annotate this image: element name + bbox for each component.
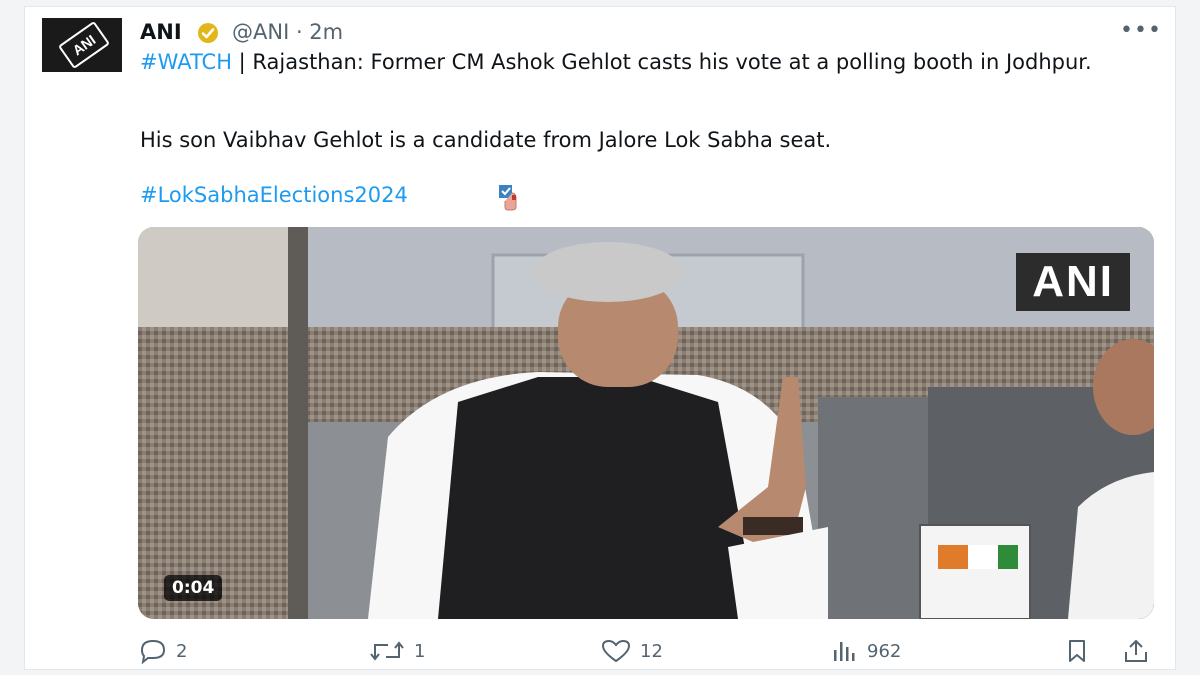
view-count: 962 — [867, 640, 902, 662]
author-name[interactable]: ANI — [140, 20, 182, 44]
post-text-line1: | Rajasthan: Former CM Ashok Gehlot cast… — [232, 50, 1092, 74]
share-icon — [1125, 639, 1147, 662]
views-button[interactable]: 962 — [831, 636, 901, 666]
reply-count: 2 — [176, 640, 188, 662]
heart-icon — [601, 639, 631, 663]
reply-icon — [140, 639, 166, 664]
repost-count: 1 — [414, 640, 426, 662]
avatar[interactable]: ANI — [42, 18, 122, 72]
handle-and-time[interactable]: @ANI · 2m — [232, 20, 343, 44]
bookmark-button[interactable] — [1064, 636, 1098, 666]
like-count: 12 — [640, 640, 663, 662]
video-player[interactable]: ANI 0:04 — [138, 227, 1154, 619]
action-bar: 2 1 12 962 — [138, 636, 1158, 666]
post-text: #WATCH | Rajasthan: Former CM Ashok Gehl… — [140, 48, 1140, 76]
repost-button[interactable]: 1 — [368, 636, 425, 666]
video-duration: 0:04 — [164, 575, 223, 601]
ballot-box-icon — [499, 185, 517, 211]
post-text-line2: His son Vaibhav Gehlot is a candidate fr… — [140, 128, 832, 152]
verified-badge-icon — [198, 23, 218, 43]
bookmark-icon — [1069, 640, 1085, 662]
analytics-icon — [834, 642, 855, 661]
more-options-button[interactable]: ••• — [1120, 18, 1162, 43]
ani-logo: ANI — [57, 20, 111, 70]
hashtag-watch[interactable]: #WATCH — [140, 50, 232, 74]
share-button[interactable] — [1123, 636, 1157, 666]
repost-icon — [370, 641, 404, 661]
hashtag-loksabha[interactable]: #LokSabhaElections2024 — [140, 183, 408, 207]
like-button[interactable]: 12 — [600, 636, 663, 666]
video-frame — [138, 227, 1154, 619]
video-watermark: ANI — [1016, 253, 1130, 311]
reply-button[interactable]: 2 — [138, 636, 187, 666]
